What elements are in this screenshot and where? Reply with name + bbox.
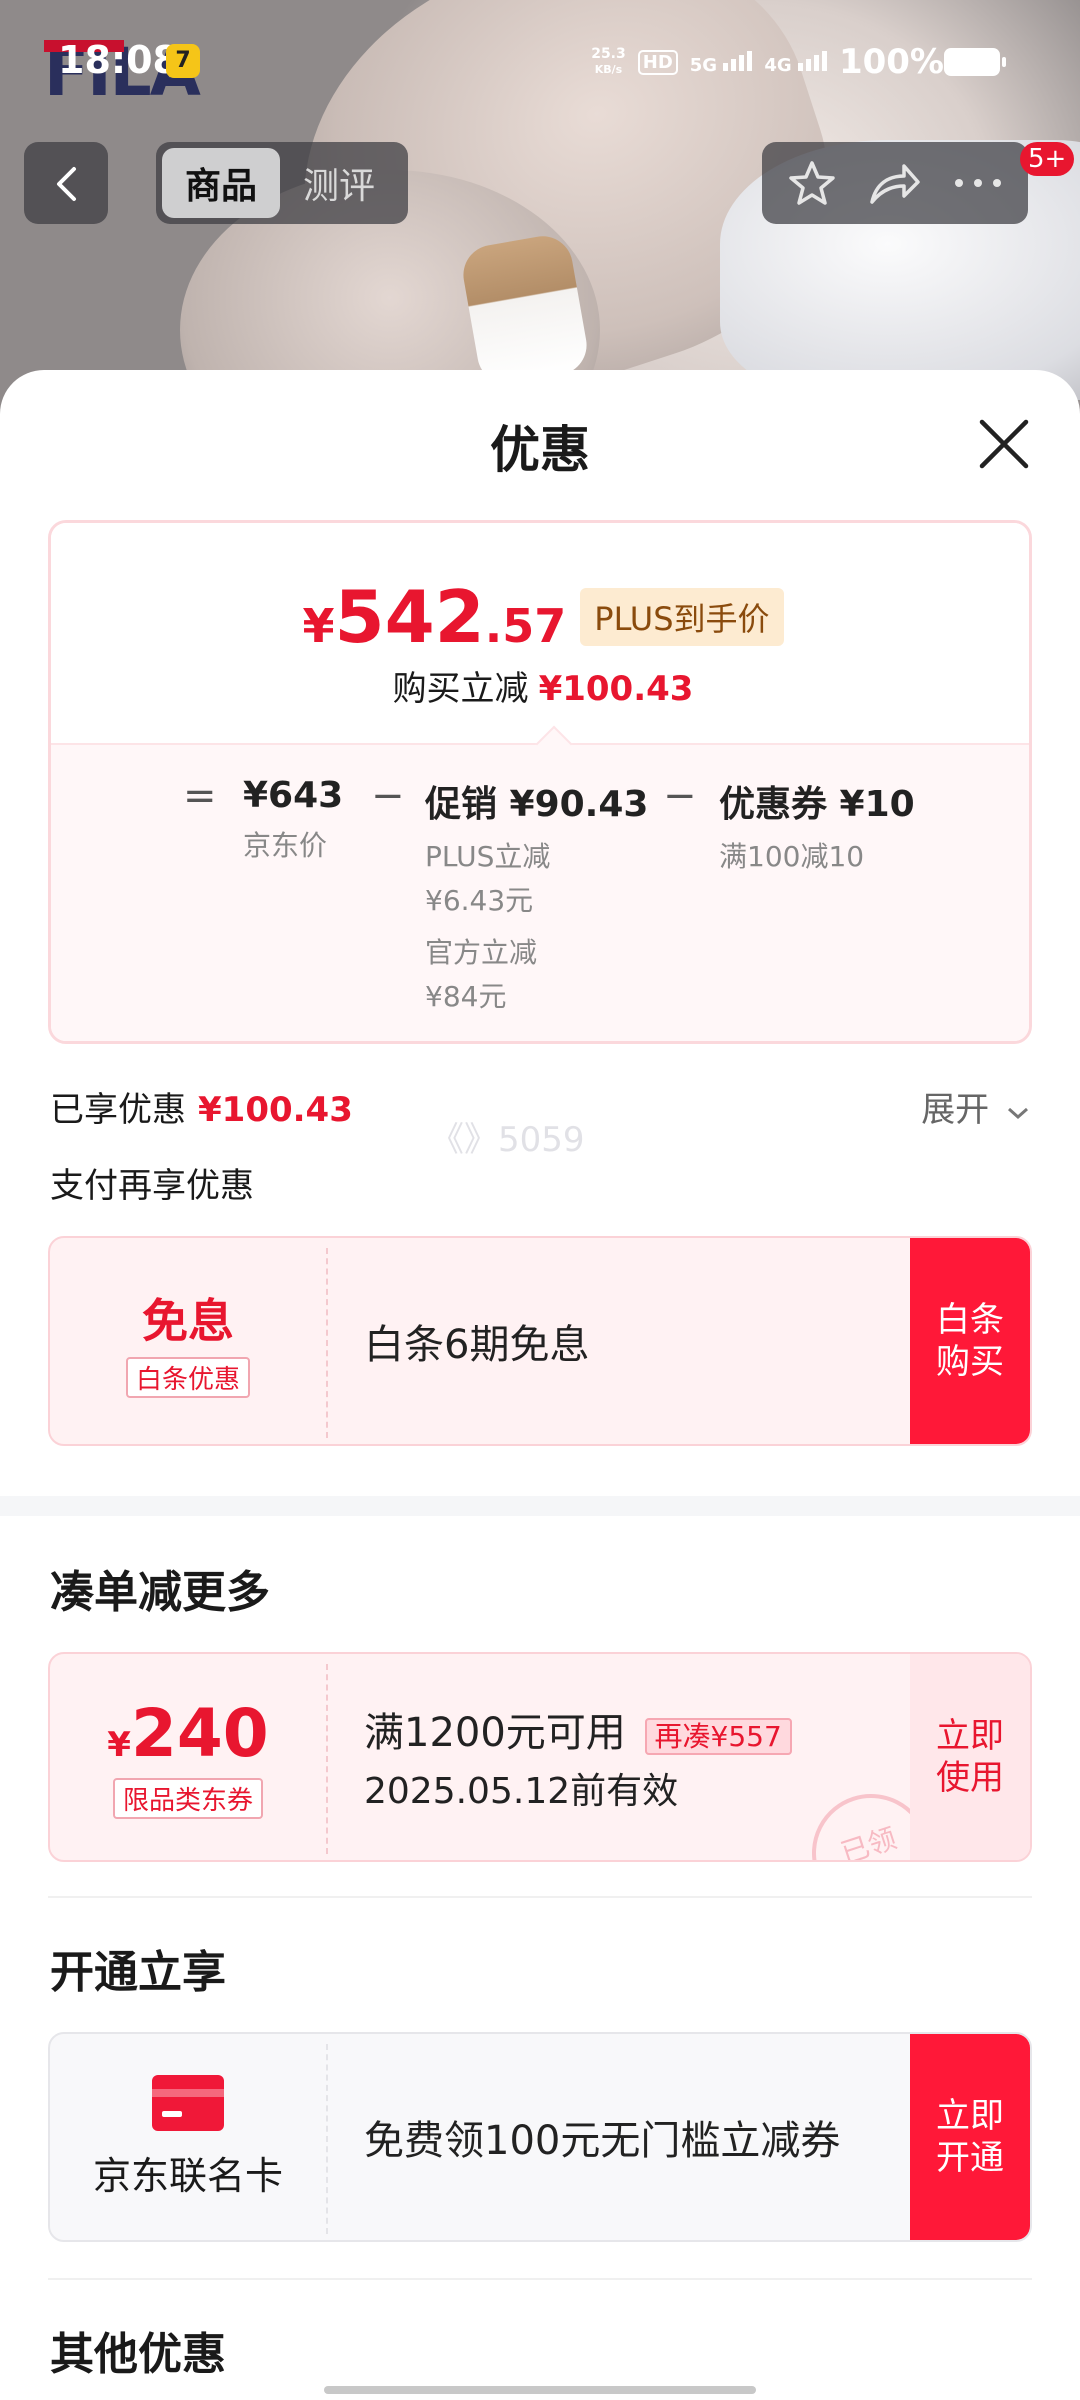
tab-review[interactable]: 测评	[280, 148, 398, 218]
top-actions	[762, 142, 1028, 224]
notification-app-icon: 7	[166, 44, 200, 78]
watermark: 《》5059	[430, 1120, 585, 1160]
promotion-detail: 促销 ¥90.43 PLUS立减 ¥6.43元 官方立减 ¥84元	[425, 784, 649, 1013]
pay-again-label: 支付再享优惠	[50, 1166, 254, 1206]
signal-5g-icon: 5G	[690, 49, 753, 76]
hd-voice-icon: HD	[637, 49, 678, 75]
status-bar: 18:08 7 25.3 KB/s HD 5G 4G 100%	[0, 0, 1080, 120]
price-breakdown-card: ¥ 542 .57 PLUS到手价 购买立减 ¥100.43 = ¥643 京东价…	[48, 520, 1032, 1044]
section-open-title: 开通立享	[50, 1947, 226, 1998]
chevron-down-icon	[1008, 1107, 1028, 1120]
section-combine-title: 凑单减更多	[50, 1567, 270, 1618]
message-badge: 5+	[1020, 142, 1075, 176]
close-icon[interactable]	[976, 416, 1032, 472]
card-offer-desc: 免费领100元无门槛立减券	[364, 2118, 841, 2164]
more-icon[interactable]	[953, 177, 1003, 189]
section-other-title: 其他优惠	[50, 2329, 226, 2380]
share-icon[interactable]	[868, 160, 922, 206]
baitiao-offer[interactable]: 免息 白条优惠 白条6期免息 白条 购买	[48, 1236, 1032, 1446]
enjoyed-discount: 已享优惠 ¥100.43	[50, 1090, 353, 1130]
status-time: 18:08	[58, 38, 179, 82]
sheet-title: 优惠	[490, 421, 590, 479]
battery-icon	[944, 48, 1006, 76]
baitiao-buy-button[interactable]: 白条 购买	[910, 1238, 1030, 1444]
use-now-button[interactable]: 立即 使用	[910, 1654, 1030, 1860]
star-icon[interactable]	[787, 158, 837, 208]
credit-card-icon	[152, 2074, 224, 2131]
top-tabs: 商品 测评	[156, 142, 408, 224]
expand-button[interactable]: 展开	[921, 1082, 1030, 1131]
card-name: 京东联名卡	[92, 2153, 283, 2198]
battery-percent: 100%	[838, 42, 944, 82]
signal-4g-icon: 4G	[764, 49, 827, 76]
coupon-detail: 优惠券 ¥10 满100减10	[719, 784, 915, 873]
plus-price-tag: PLUS到手价	[580, 588, 784, 646]
jd-price: ¥643 京东价	[243, 775, 344, 862]
tab-product[interactable]: 商品	[162, 148, 280, 218]
cobrand-card-offer[interactable]: 京东联名卡 免费领100元无门槛立减券 立即 开通	[48, 2032, 1032, 2242]
chevron-left-icon	[57, 167, 76, 201]
open-now-button[interactable]: 立即 开通	[910, 2034, 1030, 2240]
home-indicator[interactable]	[324, 2386, 756, 2394]
combine-coupon[interactable]: ¥240 限品类东券 满1200元可用 再凑¥557 2025.05.12前有效…	[48, 1652, 1032, 1862]
baitiao-desc: 白条6期免息	[364, 1322, 590, 1368]
network-speed: 25.3 KB/s	[591, 46, 626, 77]
final-price: ¥ 542 .57 PLUS到手价	[51, 575, 1029, 659]
back-button[interactable]	[24, 142, 108, 224]
instant-reduction: 购买立减 ¥100.43	[392, 669, 694, 709]
